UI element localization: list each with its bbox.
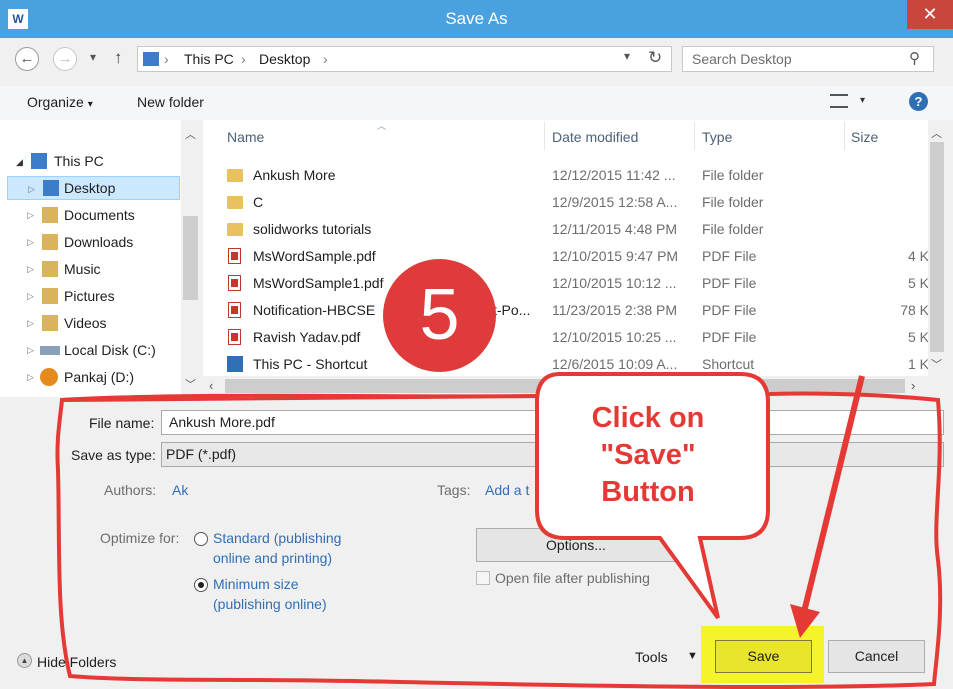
- pointer-arrow-head: [790, 604, 820, 638]
- pointer-arrow-line: [801, 375, 865, 613]
- freehand-highlight-outline: [55, 391, 943, 689]
- callout-line: Button: [601, 476, 695, 508]
- callout-line: Click on: [591, 402, 705, 434]
- step-number-badge: 5: [383, 259, 496, 372]
- callout-text: Click on "Save" Button: [548, 400, 748, 511]
- callout-line: "Save": [600, 439, 696, 471]
